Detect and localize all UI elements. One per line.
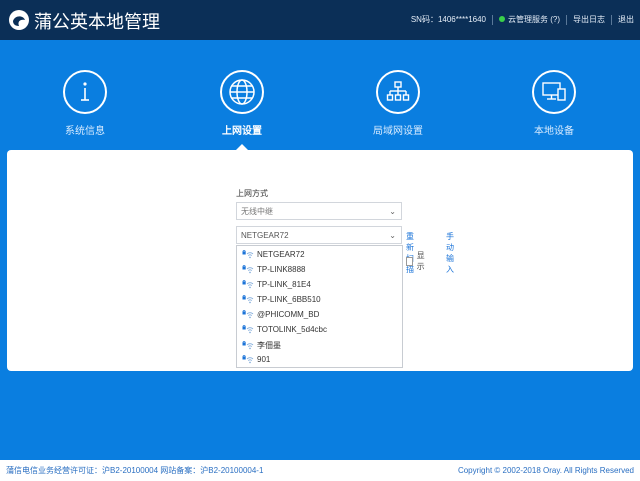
ssid-select-value: NETGEAR72: [241, 231, 289, 240]
divider: [566, 14, 567, 25]
serial-number: SN码：1406****1640: [410, 15, 486, 24]
globe-icon: [220, 70, 264, 114]
wifi-list-item[interactable]: TP-LINK_6BB510: [242, 295, 321, 304]
mode-select-value: 无线中继: [241, 207, 273, 216]
wifi-lock-icon: [242, 310, 254, 319]
mode-label: 上网方式: [236, 189, 268, 198]
wifi-lock-icon: [242, 265, 254, 274]
cloud-service-status[interactable]: 云管理服务 (?): [499, 14, 560, 25]
nav-label: 本地设备: [534, 126, 574, 137]
wifi-lock-icon: [242, 355, 254, 364]
wifi-ssid: TP-LINK_81E4: [257, 280, 311, 289]
wifi-list-item[interactable]: TOTOLINK_5d4cbc: [242, 325, 327, 334]
app-title: 蒲公英本地管理: [34, 12, 160, 32]
wifi-lock-icon: [242, 341, 254, 350]
show-password-row[interactable]: 显示: [406, 250, 427, 272]
internet-form: 上网方式 无线中继 ⌄ NETGEAR72 ⌄ 重新扫描 手动输入 显示: [236, 188, 454, 274]
wifi-list-item[interactable]: 901: [242, 355, 270, 364]
wifi-ssid: 901: [257, 355, 271, 364]
network-icon: [376, 70, 420, 114]
wifi-ssid: TP-LINK_6BB510: [257, 295, 321, 304]
wifi-dropdown-list: NETGEAR72 TP-LINK8888 TP-LINK_81E4 TP-LINK_…: [236, 245, 403, 368]
show-checkbox[interactable]: [406, 256, 413, 266]
wifi-ssid: TP-LINK8888: [257, 265, 306, 274]
wifi-lock-icon: [242, 280, 254, 289]
wifi-ssid: NETGEAR72: [257, 250, 305, 259]
devices-icon: [532, 70, 576, 114]
info-icon: [63, 70, 107, 114]
wifi-list-item[interactable]: TP-LINK8888: [242, 265, 305, 274]
footer: 蒲信电信业务经营许可证：沪B2-20100004 网站备案：沪B2-201000…: [0, 460, 640, 481]
wifi-list-item[interactable]: 李佃墨: [242, 340, 281, 351]
nav-local-devices[interactable]: 本地设备: [509, 70, 599, 137]
wifi-list-item[interactable]: TP-LINK_81E4: [242, 280, 311, 289]
wifi-ssid: 李佃墨: [257, 341, 281, 350]
wifi-lock-icon: [242, 295, 254, 304]
wifi-ssid: TOTOLINK_5d4cbc: [257, 325, 327, 334]
nav-lan-settings[interactable]: 局域网设置: [353, 70, 443, 137]
chevron-down-icon: ⌄: [389, 231, 396, 240]
nav-label: 局域网设置: [373, 126, 423, 137]
pgy-logo-icon: [9, 10, 29, 30]
nav-label: 系统信息: [65, 126, 105, 137]
ssid-select[interactable]: NETGEAR72 ⌄: [236, 226, 402, 244]
show-label: 显示: [416, 251, 425, 271]
nav-system-info[interactable]: 系统信息: [40, 70, 130, 137]
nav-label: 上网设置: [222, 126, 262, 137]
copyright-text: Copyright © 2002-2018 Oray. All Rights R…: [457, 466, 634, 475]
main-nav: 系统信息 上网设置 局域网设置 本地设备: [0, 40, 640, 150]
header-actions: SN码：1406****1640 云管理服务 (?) 导出日志 退出: [411, 14, 634, 25]
export-log-link[interactable]: 导出日志: [573, 14, 605, 25]
manual-input-link[interactable]: 手动输入: [446, 231, 454, 275]
wifi-ssid: @PHICOMM_BD: [257, 310, 320, 319]
chevron-down-icon: ⌄: [389, 207, 396, 216]
wifi-list-item[interactable]: @PHICOMM_BD: [242, 310, 319, 319]
wifi-lock-icon: [242, 250, 254, 259]
mode-select[interactable]: 无线中继 ⌄: [236, 202, 402, 220]
divider: [611, 14, 612, 25]
wifi-lock-icon: [242, 325, 254, 334]
logout-link[interactable]: 退出: [618, 14, 634, 25]
nav-internet-settings[interactable]: 上网设置: [197, 70, 287, 137]
divider: [492, 14, 493, 25]
wifi-list-item[interactable]: NETGEAR72: [242, 250, 305, 259]
top-header: 蒲公英本地管理 SN码：1406****1640 云管理服务 (?) 导出日志 …: [0, 0, 640, 40]
license-text: 蒲信电信业务经营许可证：沪B2-20100004 网站备案：沪B2-201000…: [6, 466, 264, 475]
online-dot-icon: [499, 16, 505, 22]
